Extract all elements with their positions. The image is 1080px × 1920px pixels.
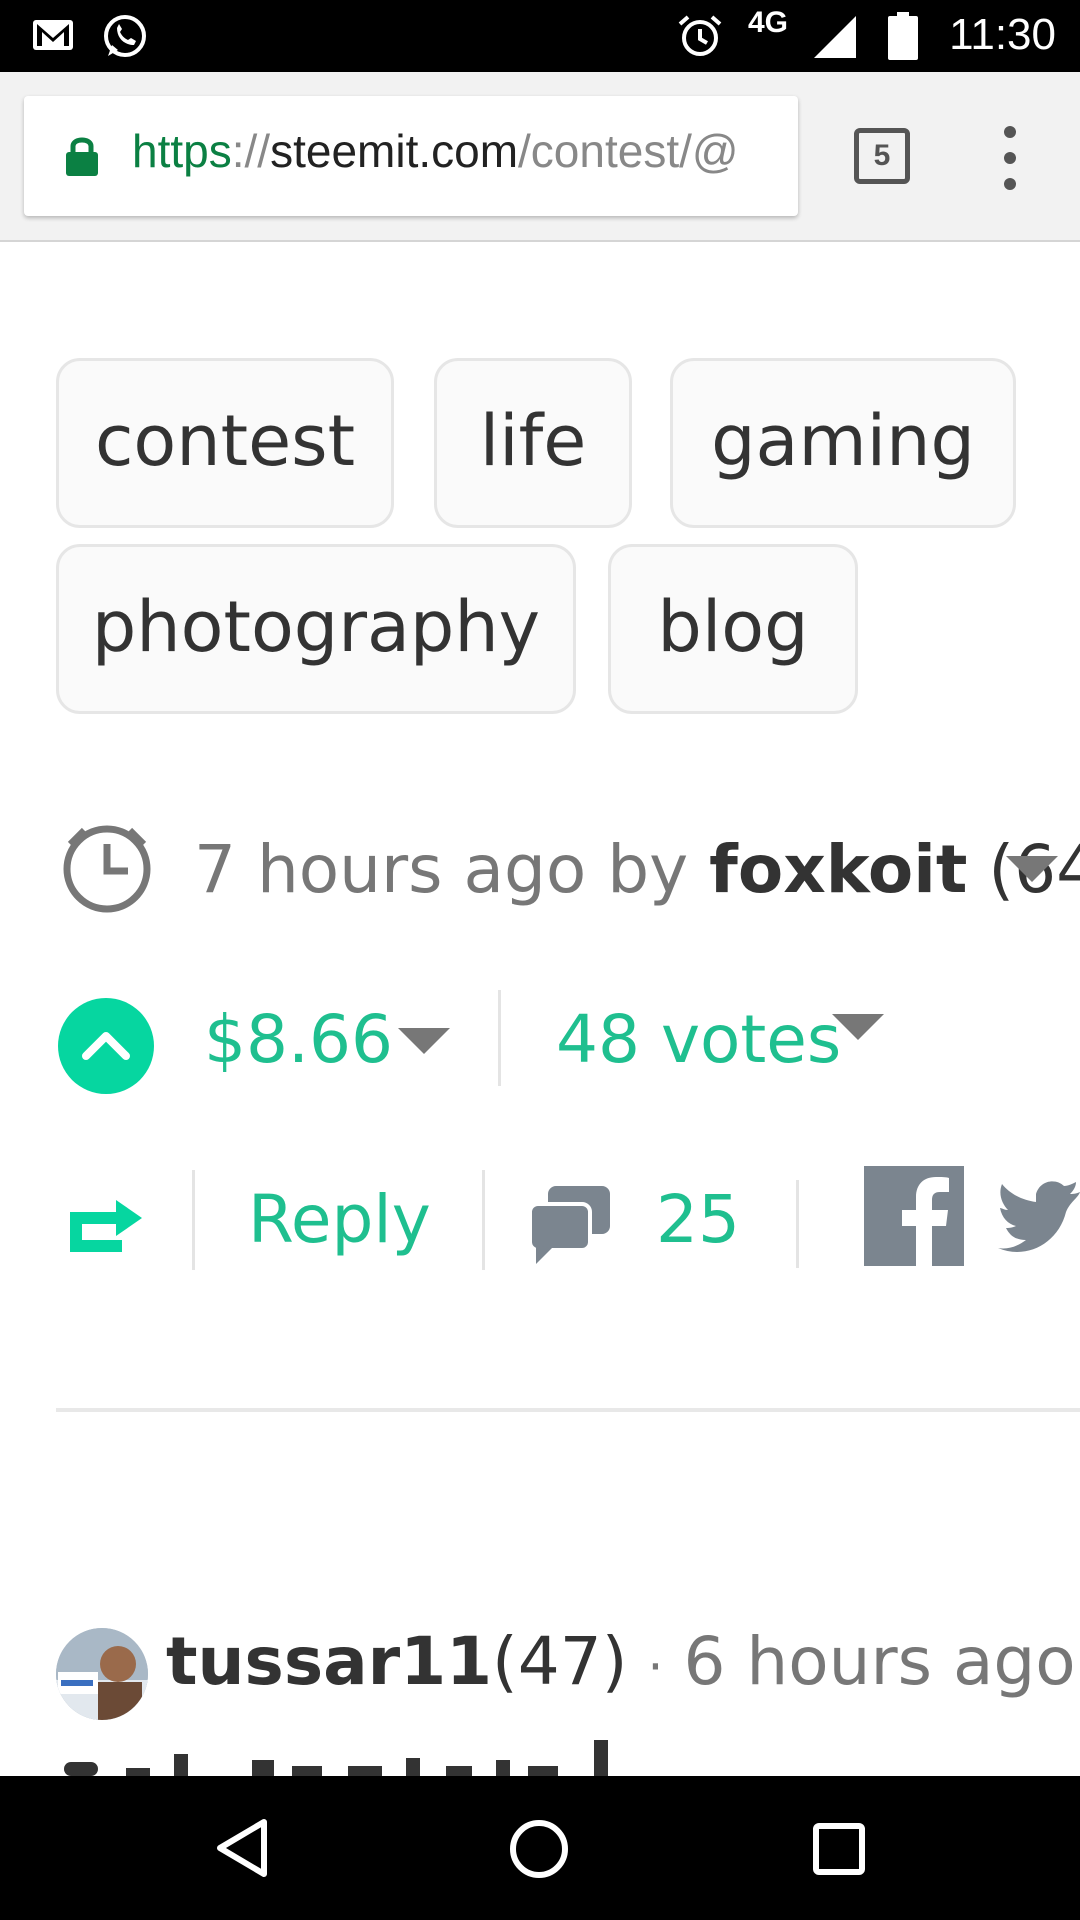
votes-chevron-icon[interactable] xyxy=(832,1014,884,1040)
comment-count[interactable]: 25 xyxy=(656,1170,740,1270)
post-meta-text: 7 hours ago by foxkoit (64) xyxy=(194,820,1080,920)
divider xyxy=(796,1180,799,1268)
battery-icon xyxy=(888,12,918,64)
chevron-up-icon xyxy=(82,1032,130,1060)
status-bar: 4G 11:30 xyxy=(0,0,1080,72)
comments-icon[interactable] xyxy=(528,1186,612,1270)
reply-button[interactable]: Reply xyxy=(248,1170,431,1270)
url-host: steemit.com xyxy=(270,125,519,177)
post-time: 7 hours ago by xyxy=(194,831,689,908)
whatsapp-icon xyxy=(100,12,150,66)
status-time: 11:30 xyxy=(949,10,1056,59)
url-path: /contest/@ xyxy=(518,125,739,177)
url-text: https://steemit.com/contest/@ xyxy=(132,124,739,178)
facebook-icon[interactable] xyxy=(864,1166,964,1270)
section-divider xyxy=(56,1408,1080,1412)
alarm-icon xyxy=(676,12,724,64)
signal-icon xyxy=(812,14,858,64)
author-link[interactable]: foxkoit xyxy=(709,831,967,908)
tag-contest[interactable]: contest xyxy=(56,358,394,528)
divider xyxy=(498,990,501,1086)
post-meta: 7 hours ago by foxkoit (64) xyxy=(60,820,1080,920)
browser-toolbar: https://steemit.com/contest/@ 5 xyxy=(0,72,1080,242)
payout-chevron-icon[interactable] xyxy=(398,1028,450,1054)
tag-blog[interactable]: blog xyxy=(608,544,858,714)
recents-icon[interactable] xyxy=(812,1822,866,1880)
back-icon[interactable] xyxy=(212,1816,272,1884)
home-icon[interactable] xyxy=(508,1818,570,1884)
author-menu-chevron-icon[interactable] xyxy=(1006,856,1058,882)
tag-life[interactable]: life xyxy=(434,358,632,528)
gmail-icon xyxy=(30,12,76,62)
url-bar[interactable]: https://steemit.com/contest/@ xyxy=(24,96,798,216)
comment-time[interactable]: 6 hours ago xyxy=(683,1623,1075,1700)
twitter-icon[interactable] xyxy=(996,1172,1080,1262)
upvote-button[interactable] xyxy=(58,998,154,1094)
resteem-icon[interactable] xyxy=(66,1192,146,1260)
comment-header: tussar11(47) · 6 hours ago xyxy=(166,1612,1076,1717)
navigation-bar xyxy=(0,1776,1080,1920)
tag-photography[interactable]: photography xyxy=(56,544,576,714)
comment-author-reputation: (47) xyxy=(492,1623,628,1700)
payout-value[interactable]: $8.66 xyxy=(204,990,393,1090)
lock-icon xyxy=(64,134,100,182)
overflow-menu-icon[interactable] xyxy=(998,126,1022,190)
url-scheme: https xyxy=(132,125,232,177)
tab-switcher-button[interactable]: 5 xyxy=(854,128,910,184)
separator-dot: · xyxy=(647,1638,664,1696)
divider xyxy=(482,1170,485,1270)
divider xyxy=(192,1170,195,1270)
tag-gaming[interactable]: gaming xyxy=(670,358,1016,528)
votes-count[interactable]: 48 votes xyxy=(556,990,841,1090)
network-type: 4G xyxy=(748,6,789,39)
clock-icon xyxy=(60,822,154,920)
url-separator: :// xyxy=(231,125,271,177)
comment-author-link[interactable]: tussar11 xyxy=(166,1623,492,1700)
comment-body-clipped xyxy=(56,1740,776,1776)
avatar[interactable] xyxy=(56,1628,148,1720)
